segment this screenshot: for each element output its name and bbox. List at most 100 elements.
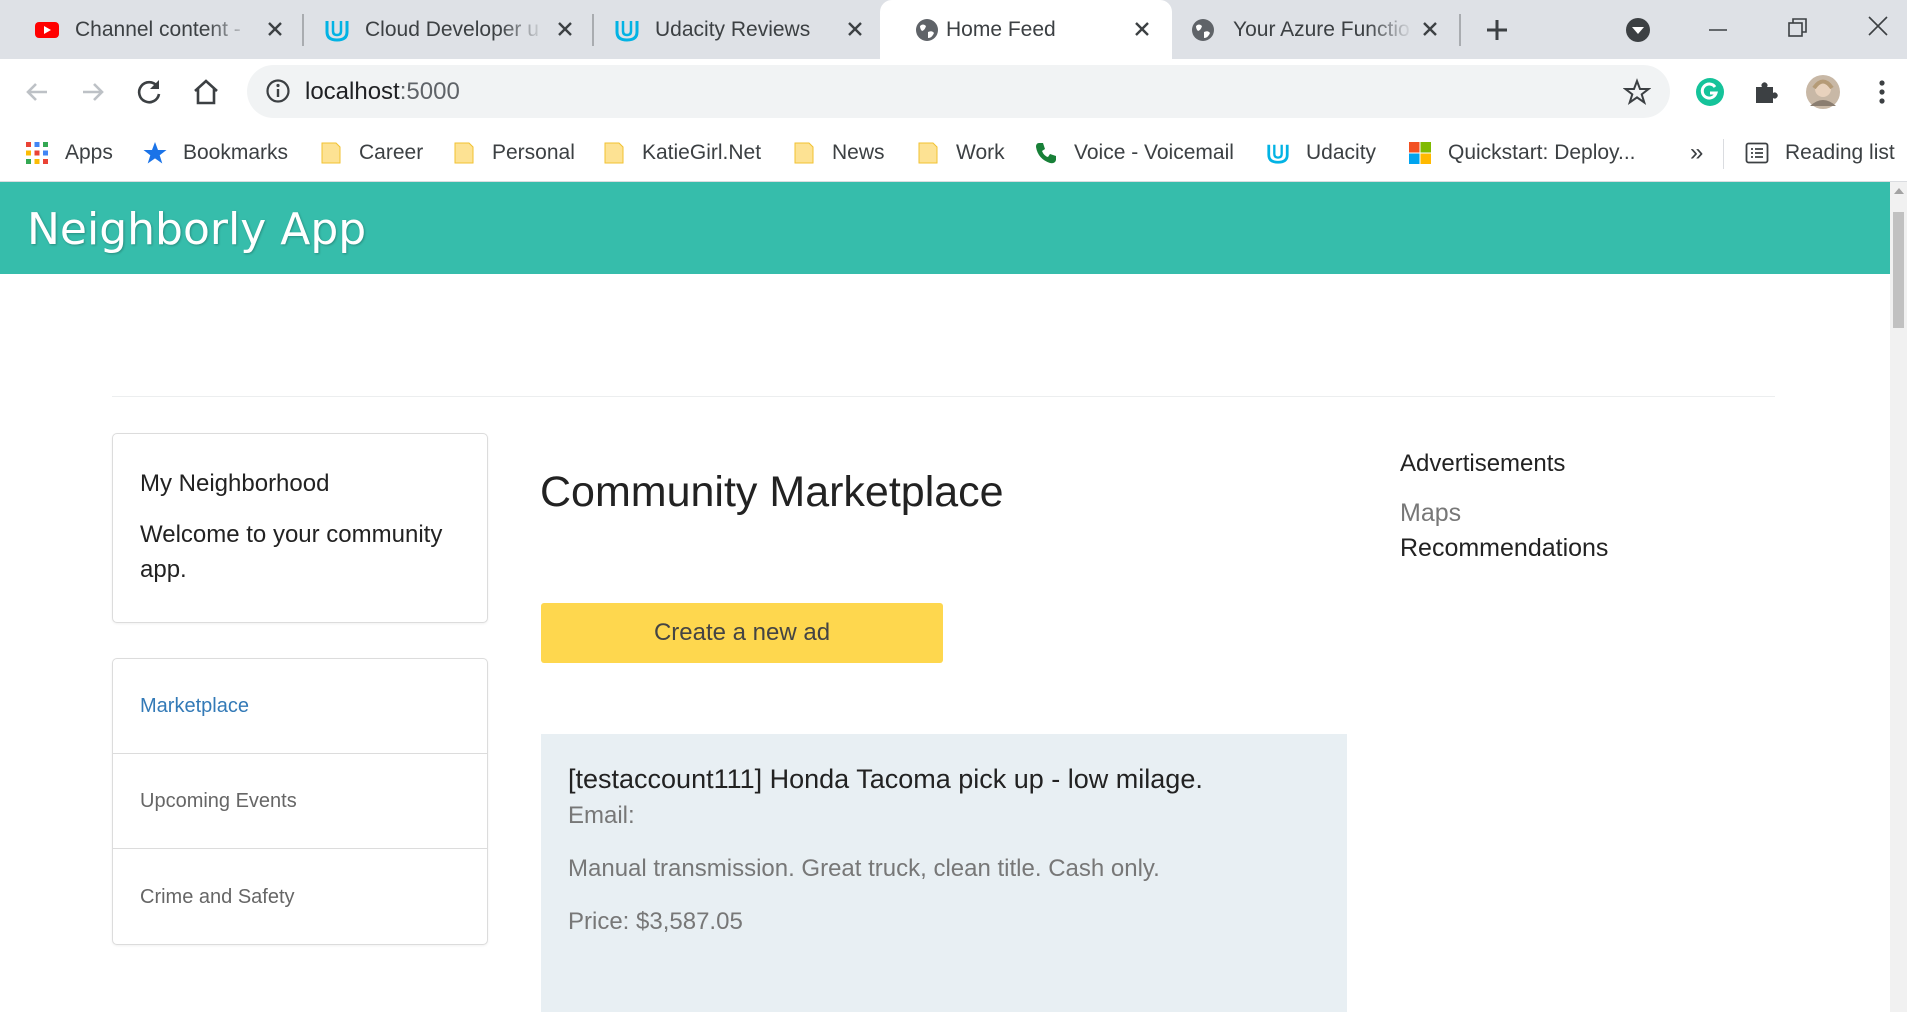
tab-title: Cloud Developer u [365, 18, 539, 41]
back-arrow-icon[interactable] [21, 76, 53, 108]
welcome-panel: My Neighborhood Welcome to your communit… [112, 433, 488, 623]
bookmark-quickstart[interactable]: Quickstart: Deploy... [1408, 135, 1636, 171]
close-tab-icon[interactable] [263, 17, 287, 41]
apps-grid-icon [26, 142, 48, 164]
bookmark-personal[interactable]: Personal [452, 135, 575, 171]
udacity-icon [1267, 144, 1289, 164]
url-text[interactable]: localhost:5000 [305, 78, 460, 106]
page-viewport: Neighborly App My Neighborhood Welcome t… [0, 182, 1907, 1012]
nav-item-crime-and-safety[interactable]: Crime and Safety [113, 850, 487, 945]
page-title: Community Marketplace [540, 468, 1004, 516]
nav-item-label: Upcoming Events [140, 790, 297, 812]
advertisements-heading: Advertisements [1400, 450, 1566, 477]
bookmark-label: Bookmarks [183, 141, 289, 164]
url-port: :5000 [399, 78, 460, 105]
address-bar[interactable]: localhost:5000 [247, 65, 1670, 118]
bookmarks-overflow-button[interactable]: » [1690, 135, 1703, 171]
tab-title: Channel content - [75, 18, 241, 41]
ad-description: Manual transmission. Great truck, clean … [568, 855, 1160, 882]
scroll-up-arrow-icon[interactable] [1894, 188, 1904, 194]
site-info-icon[interactable] [265, 78, 291, 104]
tab-strip: Channel content - Cloud Developer u Udac… [0, 0, 1907, 59]
close-tab-icon[interactable] [1130, 17, 1154, 41]
reading-list-button[interactable]: Reading list [1745, 135, 1895, 171]
bookmark-label: Quickstart: Deploy... [1448, 141, 1636, 164]
udacity-icon [325, 21, 349, 42]
ad-price: Price: $3,587.05 [568, 908, 743, 935]
folder-icon [918, 142, 938, 164]
star-icon [143, 142, 167, 164]
phone-icon [1036, 143, 1056, 164]
nav-item-label: Marketplace [140, 695, 249, 717]
welcome-text: Welcome to your community app. [140, 521, 443, 583]
tab-azure-functions[interactable]: Your Azure Functio [1160, 0, 1460, 59]
sidebar-link-recommendations[interactable]: Recommendations [1400, 534, 1608, 563]
folder-icon [604, 142, 624, 164]
scrollbar-thumb[interactable] [1893, 212, 1904, 328]
bookmark-work[interactable]: Work [916, 135, 1005, 171]
page-scrollbar[interactable] [1890, 182, 1907, 1012]
nav-item-marketplace[interactable]: Marketplace [113, 659, 487, 754]
reload-icon[interactable] [133, 76, 165, 108]
close-tab-icon[interactable] [843, 17, 867, 41]
bookmark-katiegirl[interactable]: KatieGirl.Net [602, 135, 761, 171]
folder-icon [321, 142, 341, 164]
tab-udacity-reviews[interactable]: Udacity Reviews [580, 0, 870, 59]
ad-title[interactable]: [testaccount111] Honda Tacoma pick up - … [568, 764, 1203, 795]
bookmark-apps[interactable]: Apps [25, 135, 113, 171]
close-tab-icon[interactable] [1418, 17, 1442, 41]
bookmarks-bar: Apps Bookmarks Career Personal KatieGirl… [0, 125, 1907, 182]
app-title[interactable]: Neighborly App [27, 204, 366, 255]
tab-title: Home Feed [946, 18, 1056, 41]
sidebar-link-maps[interactable]: Maps [1400, 499, 1461, 528]
bookmark-voice[interactable]: Voice - Voicemail [1034, 135, 1234, 171]
reading-list-label: Reading list [1785, 141, 1895, 164]
bookmark-bookmarks[interactable]: Bookmarks [143, 135, 288, 171]
restore-icon[interactable] [1784, 14, 1812, 42]
nav-item-upcoming-events[interactable]: Upcoming Events [113, 754, 487, 849]
minimize-icon[interactable] [1704, 16, 1732, 44]
grammarly-icon[interactable] [1694, 76, 1726, 108]
reading-list-icon [1745, 142, 1769, 164]
bookmark-news[interactable]: News [792, 135, 885, 171]
tab-channel-content[interactable]: Channel content - [0, 0, 300, 59]
new-tab-icon[interactable] [1483, 16, 1511, 44]
home-icon[interactable] [190, 76, 222, 108]
microsoft-icon [1409, 142, 1431, 164]
overflow-chevron-icon: » [1690, 139, 1704, 166]
bookmark-label: News [832, 141, 885, 164]
extensions-puzzle-icon[interactable] [1750, 76, 1782, 108]
bookmark-label: Personal [492, 141, 575, 164]
create-ad-button[interactable]: Create a new ad [541, 603, 943, 663]
tab-search-icon[interactable] [1624, 16, 1652, 44]
bookmark-star-icon[interactable] [1623, 78, 1651, 106]
nav-panel: Marketplace Upcoming Events Crime and Sa… [112, 658, 488, 945]
bookmarks-divider [1723, 139, 1724, 169]
bookmark-career[interactable]: Career [319, 135, 423, 171]
bookmark-label: Udacity [1306, 141, 1377, 164]
close-tab-icon[interactable] [553, 17, 577, 41]
app-header: Neighborly App [0, 182, 1890, 274]
tab-cloud-developer[interactable]: Cloud Developer u [290, 0, 580, 59]
bookmark-label: Voice - Voicemail [1074, 141, 1234, 164]
ad-card: [testaccount111] Honda Tacoma pick up - … [541, 734, 1347, 1012]
tab-separator [1459, 14, 1461, 46]
tab-home-feed[interactable]: Home Feed [880, 0, 1172, 59]
youtube-icon [35, 22, 59, 38]
profile-avatar[interactable] [1805, 74, 1841, 110]
forward-arrow-icon[interactable] [77, 76, 109, 108]
tab-title: Udacity Reviews [655, 18, 811, 41]
close-window-icon[interactable] [1864, 12, 1892, 40]
tab-title: Your Azure Functio [1233, 18, 1410, 41]
bookmark-label: Career [359, 141, 424, 164]
welcome-title: My Neighborhood [140, 470, 330, 497]
udacity-icon [615, 21, 639, 42]
globe-icon [1192, 19, 1214, 41]
url-host: localhost [305, 78, 400, 105]
more-menu-icon[interactable] [1866, 76, 1898, 108]
bookmark-label: Apps [65, 141, 113, 164]
folder-icon [454, 142, 474, 164]
ad-email: Email: [568, 802, 635, 829]
bookmark-udacity[interactable]: Udacity [1266, 135, 1376, 171]
nav-item-label: Crime and Safety [140, 886, 295, 908]
